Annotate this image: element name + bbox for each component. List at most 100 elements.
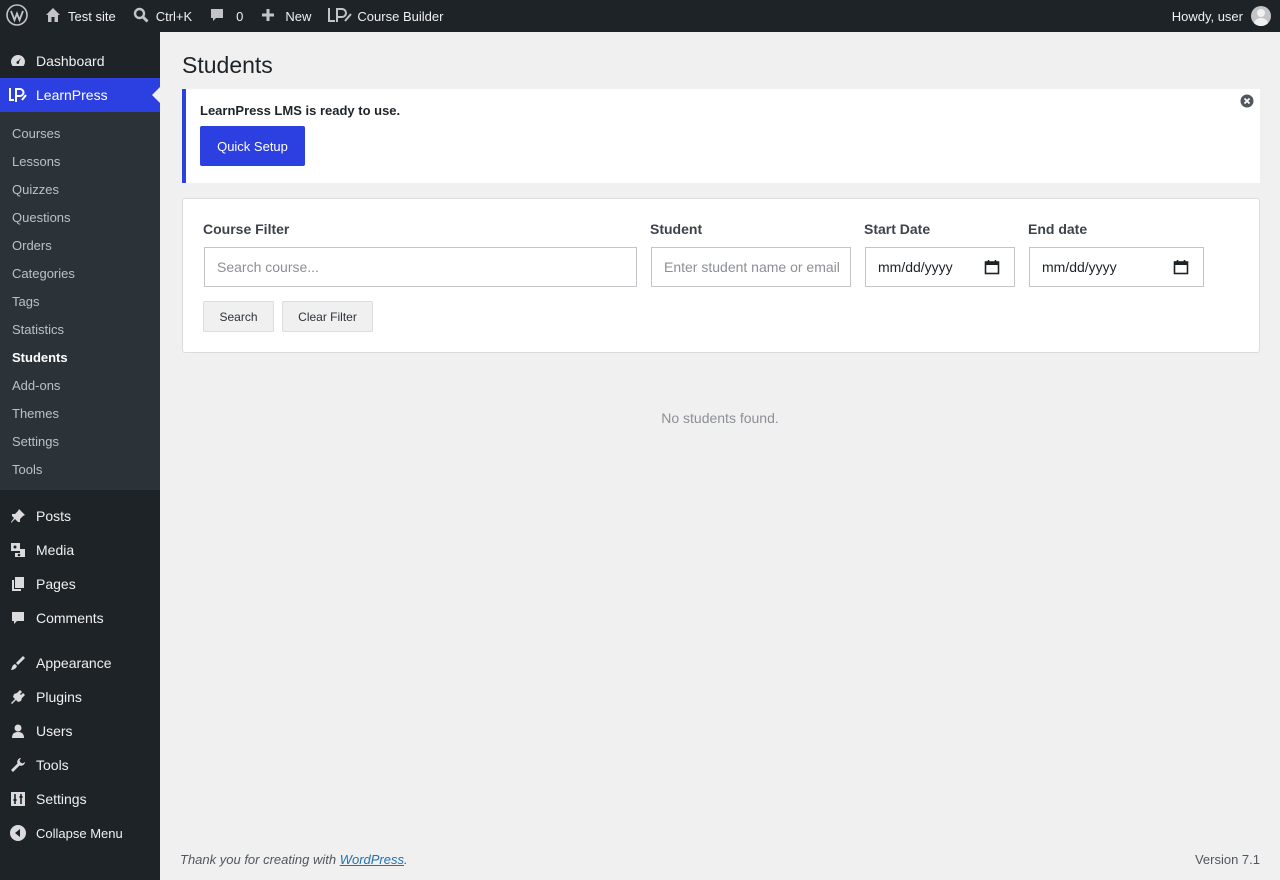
end-date-label: End date	[1028, 221, 1088, 237]
course-filter-label: Course Filter	[203, 221, 290, 237]
search-icon	[132, 6, 150, 27]
sidebar-item-label: Appearance	[36, 655, 112, 671]
submenu-courses[interactable]: Courses	[0, 119, 160, 147]
quick-setup-button[interactable]: Quick Setup	[200, 126, 305, 166]
clear-filter-button[interactable]: Clear Filter	[282, 301, 373, 332]
student-label: Student	[650, 221, 703, 237]
plus-icon	[259, 6, 277, 27]
paintbrush-icon	[0, 654, 36, 672]
collapse-arrow-icon	[0, 824, 36, 842]
sidebar-item-plugins[interactable]: Plugins	[0, 680, 160, 714]
sidebar-item-posts[interactable]: Posts	[0, 499, 160, 533]
site-name: Test site	[68, 8, 116, 24]
footer-thanks: Thank you for creating with WordPress.	[180, 852, 408, 867]
sidebar-item-label: Tools	[36, 757, 69, 773]
footer-thanks-prefix: Thank you for creating with	[180, 852, 340, 867]
students-filter-panel: Course Filter Search course... Student E…	[182, 198, 1260, 353]
howdy-text: Howdy, user	[1171, 8, 1243, 24]
sidebar-item-dashboard[interactable]: Dashboard	[0, 44, 160, 78]
sidebar-item-label: Pages	[36, 576, 76, 592]
submenu-quizzes[interactable]: Quizzes	[0, 175, 160, 203]
admin-bar: Test site Ctrl+K 0 New Course Builder Ho…	[0, 0, 1280, 32]
comment-bubble-icon	[208, 6, 226, 27]
sidebar-item-label: Users	[36, 723, 73, 739]
my-account-menu[interactable]: Howdy, user	[1172, 0, 1280, 32]
learnpress-submenu: Courses Lessons Quizzes Questions Orders…	[0, 112, 160, 490]
submenu-themes[interactable]: Themes	[0, 399, 160, 427]
course-builder-link[interactable]: Course Builder	[319, 0, 451, 32]
calendar-icon[interactable]	[984, 259, 1000, 275]
footer-thanks-suffix: .	[404, 852, 408, 867]
search-shortcut[interactable]: Ctrl+K	[124, 0, 200, 32]
pages-icon	[0, 575, 36, 593]
menu-separator	[0, 635, 160, 646]
calendar-icon[interactable]	[1173, 259, 1189, 275]
sidebar-item-tools[interactable]: Tools	[0, 748, 160, 782]
page-title: Students	[182, 52, 273, 78]
sidebar-item-label: Plugins	[36, 689, 82, 705]
course-search-input[interactable]: Search course...	[204, 247, 637, 287]
search-button[interactable]: Search	[203, 301, 274, 332]
course-builder-label: Course Builder	[357, 8, 444, 24]
end-date-value: mm/dd/yyyy	[1042, 259, 1117, 275]
sidebar-item-settings[interactable]: Settings	[0, 782, 160, 816]
sidebar-item-label: Dashboard	[36, 53, 105, 69]
wrench-icon	[0, 756, 36, 774]
sidebar-item-learnpress[interactable]: LearnPress	[0, 78, 160, 112]
plug-icon	[0, 688, 36, 706]
wordpress-logo-icon	[6, 3, 28, 29]
sidebar-item-pages[interactable]: Pages	[0, 567, 160, 601]
start-date-label: Start Date	[864, 221, 931, 237]
submenu-tools[interactable]: Tools	[0, 455, 160, 483]
start-date-input[interactable]: mm/dd/yyyy	[865, 247, 1015, 287]
user-icon	[0, 722, 36, 740]
end-date-input[interactable]: mm/dd/yyyy	[1029, 247, 1204, 287]
media-icon	[0, 541, 36, 559]
comments-icon	[0, 609, 36, 627]
settings-sliders-icon	[0, 790, 36, 808]
sidebar-item-comments[interactable]: Comments	[0, 601, 160, 635]
notice-message: LearnPress LMS is ready to use.	[200, 103, 401, 118]
comments-count: 0	[236, 8, 244, 24]
sidebar-item-label: Settings	[36, 791, 87, 807]
sidebar-item-appearance[interactable]: Appearance	[0, 646, 160, 680]
submenu-tags[interactable]: Tags	[0, 287, 160, 315]
learnpress-logo-icon	[327, 5, 353, 28]
submenu-questions[interactable]: Questions	[0, 203, 160, 231]
comments-link[interactable]: 0	[200, 0, 251, 32]
search-shortcut-label: Ctrl+K	[155, 8, 193, 24]
dismiss-notice-icon[interactable]	[1240, 94, 1254, 108]
sidebar-item-users[interactable]: Users	[0, 714, 160, 748]
wordpress-logo-menu[interactable]	[0, 0, 36, 32]
empty-state-message: No students found.	[661, 410, 779, 426]
sidebar-item-label: Collapse Menu	[36, 825, 123, 841]
start-date-value: mm/dd/yyyy	[878, 259, 953, 275]
submenu-orders[interactable]: Orders	[0, 231, 160, 259]
sidebar-item-label: Posts	[36, 508, 72, 524]
sidebar-item-label: Media	[36, 542, 75, 558]
pushpin-icon	[0, 507, 36, 525]
setup-notice: LearnPress LMS is ready to use. Quick Se…	[182, 89, 1260, 183]
avatar	[1251, 6, 1271, 26]
main-content: Students LearnPress LMS is ready to use.…	[160, 32, 1280, 880]
home-icon	[44, 6, 62, 27]
new-content-menu[interactable]: New	[251, 0, 319, 32]
admin-sidebar: Dashboard LearnPress Courses Lessons Qui…	[0, 32, 160, 880]
submenu-settings[interactable]: Settings	[0, 427, 160, 455]
learnpress-icon	[0, 86, 36, 104]
menu-separator	[0, 490, 160, 499]
sidebar-item-label: Comments	[36, 610, 104, 626]
sidebar-item-media[interactable]: Media	[0, 533, 160, 567]
site-name-link[interactable]: Test site	[36, 0, 124, 32]
submenu-lessons[interactable]: Lessons	[0, 147, 160, 175]
submenu-statistics[interactable]: Statistics	[0, 315, 160, 343]
student-search-input[interactable]: Enter student name or email	[651, 247, 851, 287]
collapse-menu-button[interactable]: Collapse Menu	[0, 816, 160, 850]
submenu-students[interactable]: Students	[0, 343, 160, 371]
submenu-categories[interactable]: Categories	[0, 259, 160, 287]
sidebar-item-label: LearnPress	[36, 87, 108, 103]
new-label: New	[285, 8, 312, 24]
submenu-add-ons[interactable]: Add-ons	[0, 371, 160, 399]
wordpress-link[interactable]: WordPress	[340, 852, 404, 867]
dashboard-gauge-icon	[0, 52, 36, 70]
